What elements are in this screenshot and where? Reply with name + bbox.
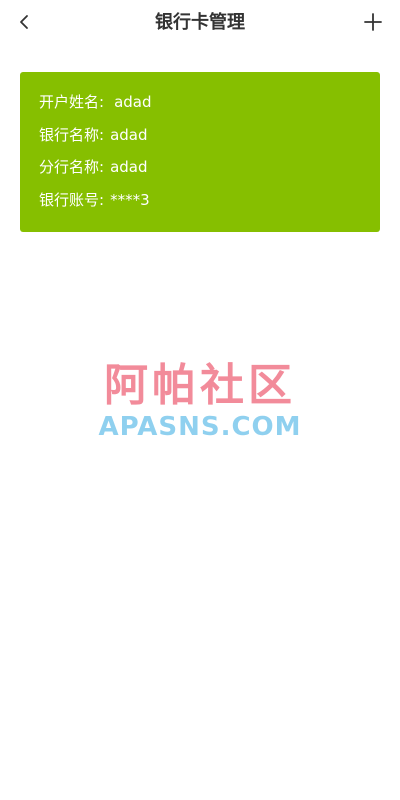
bank-name-label: 银行名称: [39, 125, 105, 144]
watermark-english: APASNS.COM [98, 412, 302, 442]
account-name-value: adad [114, 93, 152, 111]
account-number-value: ****3 [110, 190, 150, 209]
bank-card[interactable]: 开户姓名: adad 银行名称: adad 分行名称: adad 银行账号: ****3 [20, 72, 380, 232]
add-card-button[interactable] [362, 11, 384, 33]
account-number-row: 银行账号: ****3 [39, 188, 380, 221]
account-number-label: 银行账号: [39, 190, 105, 209]
account-name-label: 开户姓名: [39, 93, 105, 111]
branch-name-row: 分行名称: adad [39, 155, 380, 188]
plus-icon [364, 13, 382, 31]
bank-name-value: adad [110, 125, 148, 144]
watermark: 阿帕社区 APASNS.COM [0, 360, 400, 442]
top-bar: 银行卡管理 [0, 0, 400, 46]
account-name-row: 开户姓名: adad [39, 90, 380, 123]
branch-name-value: adad [110, 158, 148, 176]
page-title: 银行卡管理 [155, 12, 245, 33]
branch-name-label: 分行名称: [39, 158, 105, 176]
bank-name-row: 银行名称: adad [39, 123, 380, 156]
watermark-chinese: 阿帕社区 [104, 360, 296, 411]
